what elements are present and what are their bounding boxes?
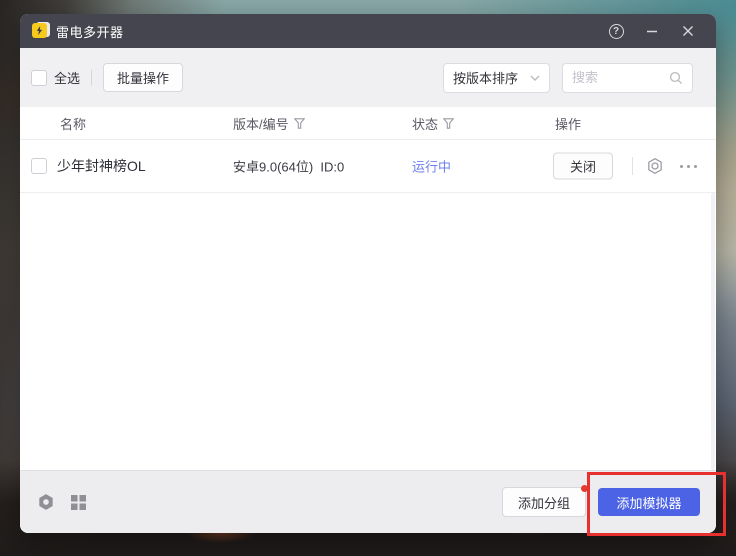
titlebar: 雷电多开器 ?	[20, 14, 716, 48]
chevron-down-icon	[530, 75, 540, 81]
search-input[interactable]	[572, 70, 669, 85]
minimize-button[interactable]	[638, 17, 666, 45]
emulator-name: 少年封神榜OL	[57, 156, 146, 176]
help-icon: ?	[609, 24, 624, 39]
more-options-icon[interactable]	[680, 156, 697, 176]
row-action-divider	[632, 157, 633, 175]
row-checkbox[interactable]	[31, 158, 47, 174]
sort-dropdown-value: 按版本排序	[453, 68, 518, 87]
column-header-action: 操作	[555, 107, 581, 140]
settings-icon[interactable]	[645, 156, 665, 176]
toolbar: 全选 批量操作 按版本排序	[20, 48, 716, 107]
scrollbar-track[interactable]	[711, 193, 715, 470]
close-icon	[682, 25, 694, 37]
search-box	[562, 63, 693, 93]
column-header-version: 版本/编号	[233, 107, 305, 140]
batch-operations-button[interactable]: 批量操作	[103, 63, 183, 92]
window-title: 雷电多开器	[56, 22, 124, 41]
footer-bar: 添加分组 添加模拟器	[20, 470, 716, 533]
sort-dropdown[interactable]: 按版本排序	[443, 63, 550, 93]
stop-emulator-button[interactable]: 关闭	[553, 153, 613, 180]
notification-dot	[581, 485, 588, 492]
close-button[interactable]	[674, 17, 702, 45]
status-badge: 运行中	[412, 157, 451, 176]
add-emulator-button[interactable]: 添加模拟器	[598, 488, 700, 516]
toolbar-divider	[91, 70, 92, 86]
column-header-name: 名称	[60, 107, 86, 140]
global-settings-icon[interactable]	[36, 492, 56, 512]
minimize-icon	[646, 25, 658, 37]
help-button[interactable]: ?	[602, 17, 630, 45]
filter-icon[interactable]	[443, 118, 454, 129]
select-all-label: 全选	[54, 68, 80, 87]
ldplayer-multi-instance-window: 雷电多开器 ? 全选 批量操作 按版本排序	[20, 14, 716, 533]
emulator-version: 安卓9.0(64位) ID:0	[233, 157, 344, 176]
table-header: 名称 版本/编号 状态 操作	[20, 107, 716, 140]
layout-grid-icon[interactable]	[70, 494, 87, 511]
search-icon[interactable]	[669, 71, 683, 85]
app-logo-icon	[32, 23, 48, 39]
filter-icon[interactable]	[294, 118, 305, 129]
column-header-status: 状态	[412, 107, 454, 140]
instance-list-empty-area	[20, 193, 716, 470]
lightning-bolt-icon	[35, 26, 44, 35]
emulator-row[interactable]: 少年封神榜OL 安卓9.0(64位) ID:0 运行中 关闭	[20, 140, 716, 193]
add-group-button[interactable]: 添加分组	[502, 487, 586, 517]
select-all-checkbox[interactable]	[31, 70, 47, 86]
